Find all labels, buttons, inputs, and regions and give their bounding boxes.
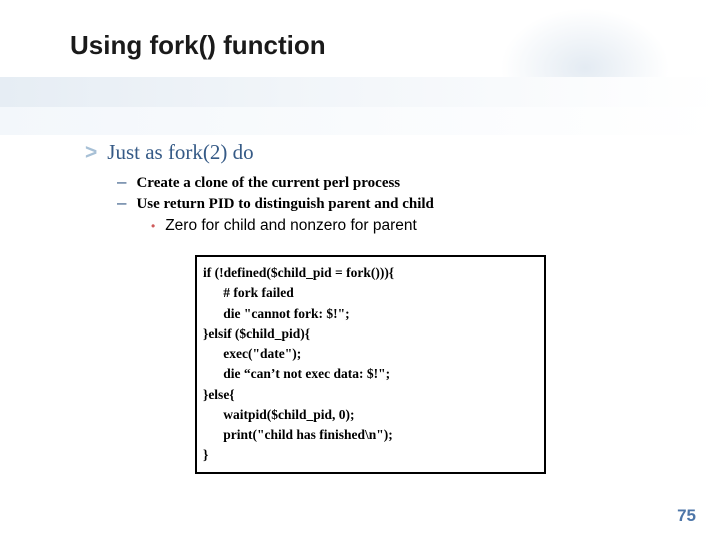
dash-icon: –: [117, 173, 126, 190]
bullet-level3-text: Zero for child and nonzero for parent: [165, 217, 417, 235]
bg-band-bottom: [0, 107, 720, 135]
code-block: if (!defined($child_pid = fork())){ # fo…: [195, 255, 546, 474]
bg-band-top: [0, 77, 720, 107]
bullet-level3: • Zero for child and nonzero for parent: [151, 217, 660, 235]
slide-body: > Just as fork(2) do – Create a clone of…: [85, 140, 660, 474]
bullet-level2-text: Create a clone of the current perl proce…: [136, 175, 400, 192]
slide: Using fork() function > Just as fork(2) …: [0, 0, 720, 540]
page-number: 75: [677, 506, 696, 526]
bullet-level2: – Use return PID to distinguish parent a…: [117, 194, 660, 213]
dot-icon: •: [151, 220, 155, 232]
bullet-level1-text: Just as fork(2) do: [107, 140, 253, 165]
bullet-level1: > Just as fork(2) do: [85, 140, 660, 165]
chevron-icon: >: [85, 142, 97, 163]
dash-icon: –: [117, 194, 126, 211]
bullet-level2: – Create a clone of the current perl pro…: [117, 173, 660, 192]
bullet-level2-text: Use return PID to distinguish parent and…: [136, 196, 433, 213]
slide-title: Using fork() function: [70, 30, 326, 61]
